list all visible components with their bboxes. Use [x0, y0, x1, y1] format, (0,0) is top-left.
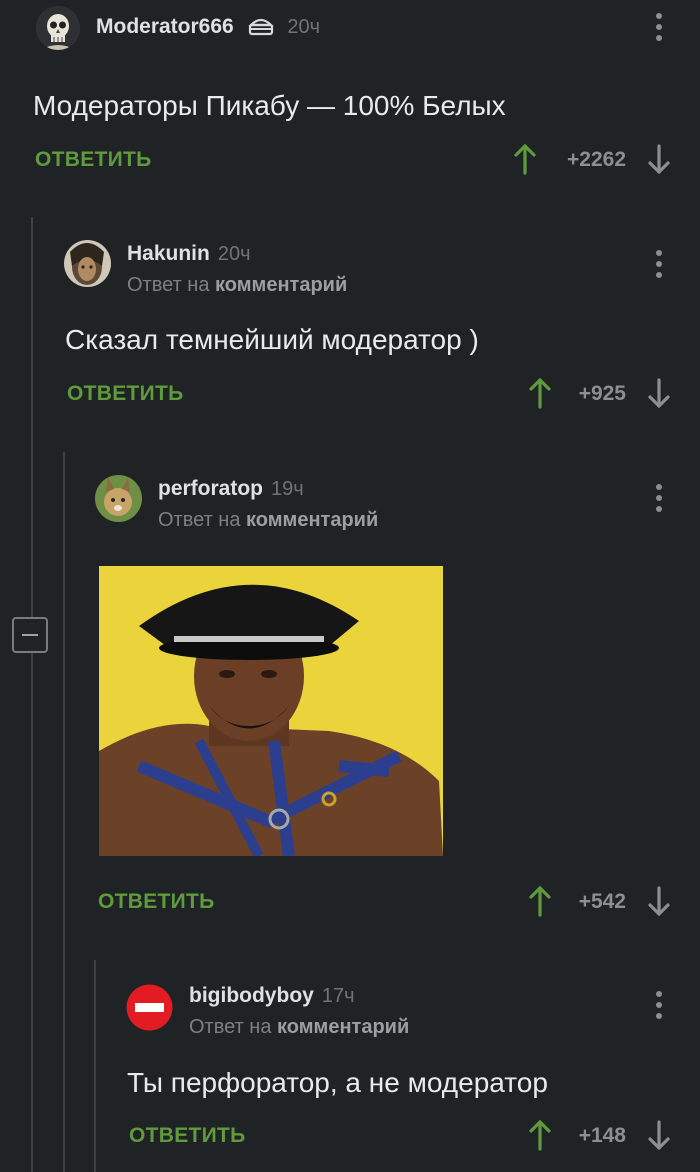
username-text[interactable]: bigibodyboy: [189, 984, 314, 1007]
rating: +148: [578, 1124, 626, 1147]
comment-moderator666: Moderator666 20ч Модераторы Пикабу — 100…: [0, 0, 700, 200]
username-text[interactable]: perforatop: [158, 477, 263, 500]
comment-hakunin: Hakunin 20ч Ответ на комментарий Сказал т…: [0, 230, 700, 430]
downvote-arrow-icon[interactable]: [646, 143, 672, 175]
timestamp: 17ч: [321, 985, 355, 1007]
comment-text: Сказал темнейший модератор ): [65, 324, 479, 355]
reply-prefix: Ответ на: [189, 1016, 272, 1038]
rating: +542: [578, 890, 626, 913]
username[interactable]: bigibodyboy 17ч: [189, 984, 355, 1008]
more-options-icon[interactable]: [649, 481, 669, 515]
rating: +2262: [567, 148, 626, 171]
username-text[interactable]: Hakunin: [127, 242, 210, 265]
reply-reference[interactable]: Ответ на комментарий: [158, 509, 378, 532]
moderator-cake-icon: [247, 14, 274, 42]
no-entry-avatar-icon[interactable]: [126, 984, 173, 1031]
upvote-arrow-icon[interactable]: [527, 885, 553, 917]
reply-target-link[interactable]: комментарий: [246, 509, 378, 531]
upvote-arrow-icon[interactable]: [512, 143, 538, 175]
reply-button[interactable]: ОТВЕТИТЬ: [35, 148, 152, 172]
username-text[interactable]: Moderator666: [96, 15, 234, 38]
username[interactable]: Hakunin 20ч: [127, 242, 251, 266]
more-options-icon[interactable]: [649, 247, 669, 281]
downvote-arrow-icon[interactable]: [646, 885, 672, 917]
reply-prefix: Ответ на: [158, 509, 241, 531]
reply-reference[interactable]: Ответ на комментарий: [127, 274, 347, 297]
downvote-arrow-icon[interactable]: [646, 1119, 672, 1151]
reply-reference[interactable]: Ответ на комментарий: [189, 1016, 409, 1039]
user-avatar[interactable]: [64, 240, 111, 287]
comment-image[interactable]: [99, 566, 443, 856]
upvote-arrow-icon[interactable]: [527, 1119, 553, 1151]
comment-text: Модераторы Пикабу — 100% Белых: [33, 90, 506, 121]
comment-text: Ты перфоратор, а не модератор: [127, 1067, 548, 1098]
more-options-icon[interactable]: [649, 988, 669, 1022]
reply-button[interactable]: ОТВЕТИТЬ: [67, 382, 184, 406]
skull-avatar-icon[interactable]: [36, 6, 80, 50]
comment-bigibodyboy: bigibodyboy 17ч Ответ на комментарий Ты п…: [0, 972, 700, 1172]
username[interactable]: perforatop 19ч: [158, 477, 304, 501]
reply-target-link[interactable]: комментарий: [277, 1016, 409, 1038]
timestamp: 20ч: [217, 243, 251, 265]
username[interactable]: Moderator666 20ч: [96, 14, 320, 42]
reply-button[interactable]: ОТВЕТИТЬ: [98, 890, 215, 914]
rating: +925: [578, 382, 626, 405]
user-avatar[interactable]: [95, 475, 142, 522]
downvote-arrow-icon[interactable]: [646, 377, 672, 409]
more-options-icon[interactable]: [649, 10, 669, 44]
timestamp: 20ч: [287, 16, 321, 38]
reply-prefix: Ответ на: [127, 274, 210, 296]
upvote-arrow-icon[interactable]: [527, 377, 553, 409]
reply-target-link[interactable]: комментарий: [215, 274, 347, 296]
reply-button[interactable]: ОТВЕТИТЬ: [129, 1124, 246, 1148]
comment-perforatop: perforatop 19ч Ответ на комментарий ОТВЕ…: [0, 465, 700, 945]
timestamp: 19ч: [271, 478, 304, 500]
